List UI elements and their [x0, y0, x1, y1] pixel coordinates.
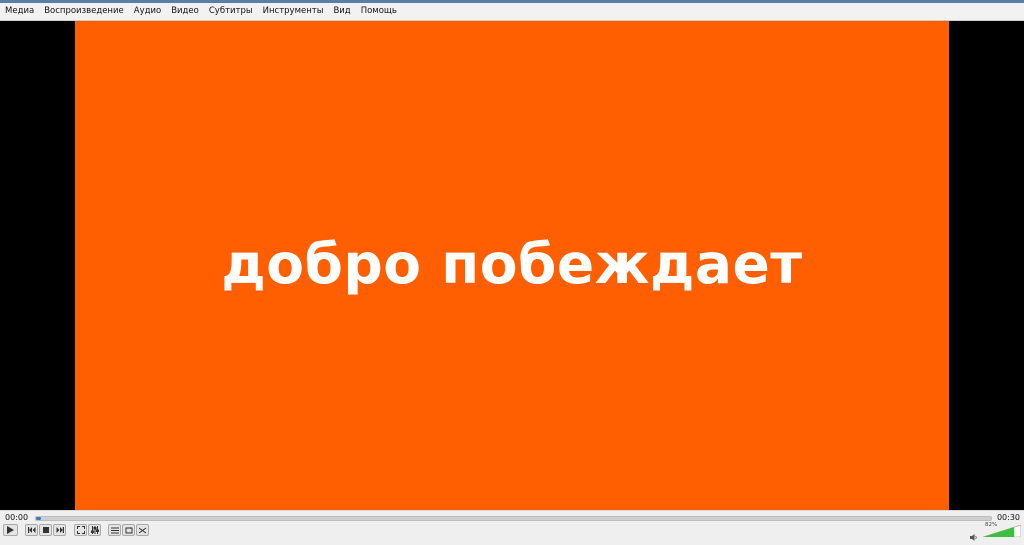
- next-button[interactable]: [53, 524, 66, 536]
- loop-button[interactable]: [122, 524, 135, 536]
- shuffle-icon: [138, 527, 147, 534]
- play-icon: [7, 526, 14, 534]
- seek-bar[interactable]: [35, 516, 992, 521]
- menu-media[interactable]: Медиа: [0, 3, 39, 20]
- menu-view[interactable]: Вид: [328, 3, 355, 20]
- fullscreen-icon: [76, 526, 85, 534]
- next-icon: [56, 527, 64, 533]
- menu-video[interactable]: Видео: [166, 3, 204, 20]
- menu-bar: Медиа Воспроизведение Аудио Видео Субтит…: [0, 3, 1024, 21]
- stop-icon: [42, 527, 49, 533]
- play-button[interactable]: [3, 524, 18, 536]
- controls-bar: 00:00 00:30 82%: [0, 510, 1024, 541]
- loop-icon: [125, 526, 133, 534]
- playlist-icon: [110, 527, 119, 534]
- fullscreen-button[interactable]: [74, 524, 87, 536]
- video-area[interactable]: добро побеждает: [0, 21, 1024, 510]
- previous-button[interactable]: [25, 524, 38, 536]
- extended-settings-icon: [90, 526, 99, 534]
- stop-button[interactable]: [39, 524, 52, 536]
- menu-subtitles[interactable]: Субтитры: [204, 3, 258, 20]
- volume-icon[interactable]: [970, 526, 978, 545]
- menu-help[interactable]: Помощь: [356, 3, 402, 20]
- playlist-button[interactable]: [108, 524, 121, 536]
- previous-icon: [27, 527, 36, 533]
- time-total: 00:30: [996, 513, 1020, 522]
- video-frame: добро побеждает: [75, 21, 949, 510]
- menu-audio[interactable]: Аудио: [129, 3, 166, 20]
- extended-settings-button[interactable]: [88, 524, 101, 536]
- volume-slider[interactable]: [983, 525, 1021, 537]
- menu-playback[interactable]: Воспроизведение: [39, 3, 129, 20]
- menu-tools[interactable]: Инструменты: [258, 3, 329, 20]
- seek-progress: [36, 517, 41, 520]
- shuffle-button[interactable]: [136, 524, 149, 536]
- video-caption: добро побеждает: [221, 232, 803, 296]
- time-elapsed: 00:00: [5, 513, 29, 522]
